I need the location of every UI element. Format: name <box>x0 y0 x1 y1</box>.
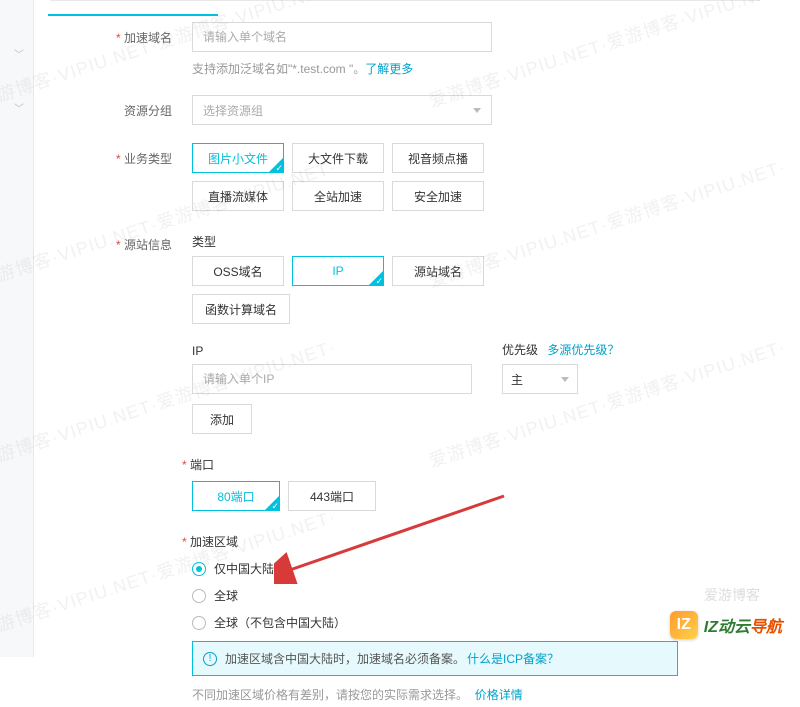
radio-icon <box>192 616 206 630</box>
region-option-label: 全球 <box>214 587 238 604</box>
biztype-option-vod[interactable]: 视音频点播 <box>392 143 484 173</box>
port-option-443[interactable]: 443端口 <box>288 481 376 511</box>
region-option-label: 全球（不包含中国大陆） <box>214 614 346 631</box>
learn-more-link[interactable]: 了解更多 <box>365 62 413 76</box>
biztype-option-largefile[interactable]: 大文件下载 <box>292 143 384 173</box>
domain-hint-text: 支持添加泛域名如"*.test.com "。 <box>192 62 365 76</box>
priority-label: 优先级 <box>502 343 538 357</box>
region-section-label: 加速区域 <box>182 533 678 550</box>
label-region <box>100 529 172 536</box>
origin-type-label: 类型 <box>192 233 619 250</box>
priority-value: 主 <box>511 371 523 388</box>
port-option-80[interactable]: 80端口 <box>192 481 280 511</box>
chevron-down-icon <box>561 377 569 382</box>
info-icon: ! <box>203 652 217 666</box>
biztype-option-scdn[interactable]: 安全加速 <box>392 181 484 211</box>
chevron-down-icon[interactable]: ﹀ <box>14 46 24 61</box>
biztype-option-image[interactable]: 图片小文件 <box>192 143 284 173</box>
priority-select[interactable]: 主 <box>502 364 578 394</box>
add-origin-button[interactable]: 添加 <box>192 404 252 434</box>
label-biz-type: 业务类型 <box>100 143 172 167</box>
priority-help-link[interactable]: 多源优先级？ <box>547 343 619 357</box>
region-option-global[interactable]: 全球 <box>192 587 678 604</box>
label-port <box>100 452 172 459</box>
label-domain: 加速域名 <box>100 22 172 46</box>
notice-box: ! 加速区域含中国大陆时，加速域名必须备案。 什么是ICP备案？ <box>192 641 678 676</box>
sidebar: ﹀ ﹀ <box>0 0 34 657</box>
icp-help-link[interactable]: 什么是ICP备案？ <box>467 650 559 667</box>
resource-group-select[interactable]: 选择资源组 <box>192 95 492 125</box>
select-placeholder: 选择资源组 <box>203 102 263 119</box>
notice-text: 加速区域含中国大陆时，加速域名必须备案。 <box>225 650 465 667</box>
radio-icon <box>192 562 206 576</box>
form-main: 加速域名 支持添加泛域名如"*.test.com "。了解更多 资源分组 选择资… <box>34 0 800 707</box>
biztype-option-live[interactable]: 直播流媒体 <box>192 181 284 211</box>
label-origin: 源站信息 <box>100 229 172 253</box>
origin-ip-input[interactable] <box>192 364 472 394</box>
region-option-global-ex-mainland[interactable]: 全球（不包含中国大陆） <box>192 614 678 631</box>
domain-input[interactable] <box>192 22 492 52</box>
label-resource-group: 资源分组 <box>100 95 172 119</box>
pricing-link[interactable]: 价格详情 <box>475 688 523 702</box>
domain-hint: 支持添加泛域名如"*.test.com "。了解更多 <box>192 60 492 77</box>
radio-icon <box>192 589 206 603</box>
port-section-label: 端口 <box>182 456 376 473</box>
region-option-mainland[interactable]: 仅中国大陆 <box>192 560 678 577</box>
chevron-down-icon[interactable]: ﹀ <box>14 100 24 115</box>
origin-type-fc[interactable]: 函数计算域名 <box>192 294 290 324</box>
origin-ip-label: IP <box>192 344 472 358</box>
biztype-option-dcdn[interactable]: 全站加速 <box>292 181 384 211</box>
region-foot-hint: 不同加速区域价格有差别，请按您的实际需求选择。 价格详情 <box>192 686 678 703</box>
origin-type-oss[interactable]: OSS域名 <box>192 256 284 286</box>
origin-type-domain[interactable]: 源站域名 <box>392 256 484 286</box>
chevron-down-icon <box>473 108 481 113</box>
origin-type-ip[interactable]: IP <box>292 256 384 286</box>
region-option-label: 仅中国大陆 <box>214 560 274 577</box>
